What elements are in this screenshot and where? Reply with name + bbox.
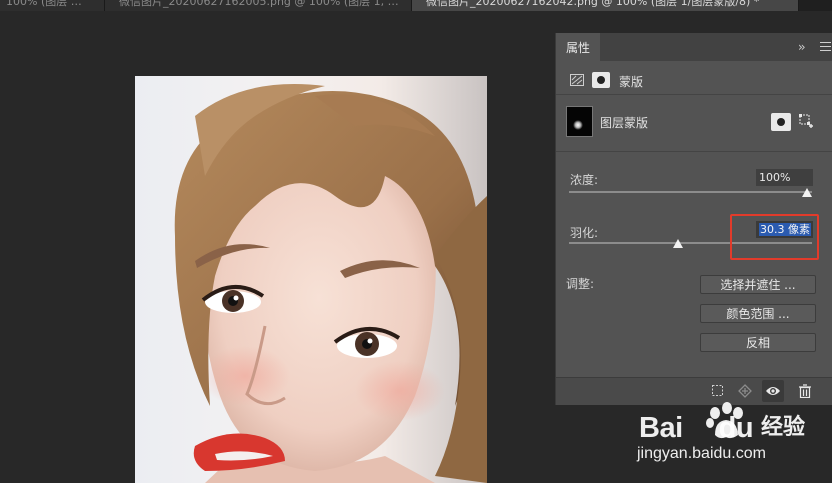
panel-menu-icon[interactable]: [820, 42, 831, 51]
properties-panel: 属性 ›› 蒙版 图层蒙版 浓度: 100% 羽化: 30.3 像素 调整: 选…: [555, 33, 832, 406]
mask-icon-selected[interactable]: [592, 72, 610, 88]
density-slider-track[interactable]: [569, 191, 812, 193]
feather-slider-handle[interactable]: [673, 239, 684, 248]
density-input[interactable]: 100%: [756, 169, 813, 186]
density-label: 浓度:: [570, 173, 599, 187]
adjust-label: 调整:: [566, 277, 595, 291]
pixel-mask-icon[interactable]: [570, 74, 584, 86]
add-vector-mask-icon[interactable]: [799, 114, 813, 129]
portrait-drawing: [174, 84, 487, 483]
document-tab[interactable]: 微信图片_20200627162005.png @ 100% (图层 1, …: [105, 0, 412, 11]
mask-type-row: 蒙版: [556, 69, 832, 91]
document-tab-active[interactable]: 微信图片_20200627162042.png @ 100% (图层 1/图层蒙…: [412, 0, 799, 11]
document-tab-label: 微信图片_20200627162005.png @ 100% (图层 1, …: [119, 0, 399, 8]
density-slider-handle[interactable]: [802, 188, 812, 197]
document-tab-label: 100% (图层 …: [6, 0, 82, 8]
select-layer-mask-icon[interactable]: [771, 113, 791, 131]
watermark-url: jingyan.baidu.com: [637, 445, 766, 462]
watermark-brand-bai: Bai: [639, 412, 683, 444]
invert-button[interactable]: 反相: [700, 333, 816, 352]
divider: [556, 151, 832, 152]
layer-mask-row: 图层蒙版: [556, 102, 832, 142]
baidu-jingyan-watermark: Baidu 经验 jingyan.baidu.com: [633, 395, 832, 483]
document-tab[interactable]: 100% (图层 …: [0, 0, 105, 11]
divider: [556, 94, 832, 95]
tab-properties[interactable]: 属性: [556, 33, 600, 61]
mask-thumbnail[interactable]: [566, 106, 593, 137]
feather-highlight-box: [730, 214, 819, 260]
mask-type-label: 蒙版: [619, 75, 644, 89]
panel-header: 属性 ››: [556, 33, 832, 61]
document-tab-label: 微信图片_20200627162042.png @ 100% (图层 1/图层蒙…: [426, 0, 760, 8]
watermark-cn: 经验: [761, 415, 806, 440]
color-range-button[interactable]: 颜色范围 ...: [700, 304, 816, 323]
canvas-area[interactable]: [0, 11, 555, 483]
portrait-image[interactable]: [135, 76, 487, 483]
feather-label: 羽化:: [570, 226, 599, 240]
paw-logo-icon: [706, 402, 743, 439]
select-and-mask-button[interactable]: 选择并遮住 ...: [700, 275, 816, 294]
layer-mask-label: 图层蒙版: [600, 116, 649, 130]
document-tab-bar: 100% (图层 … 微信图片_20200627162005.png @ 100…: [0, 0, 832, 11]
collapse-panel-icon[interactable]: ››: [798, 41, 805, 53]
